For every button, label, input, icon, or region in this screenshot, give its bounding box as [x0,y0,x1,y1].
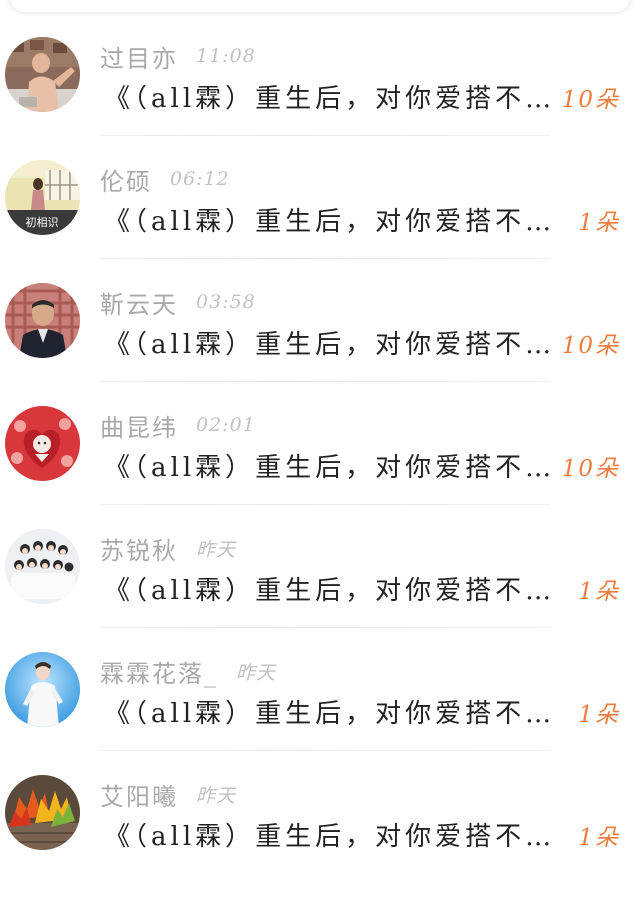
conversation-row[interactable]: 霖霖花落_ 昨天 《（all霖）重生后，对你爱搭不… 1朵 [0,652,640,775]
message-preview: 《（all霖）重生后，对你爱搭不… [104,84,556,114]
name-line: 过目亦 11:08 [100,39,256,73]
contact-name: 曲昆纬 [100,413,178,442]
avatar-image: 初相识 [5,160,80,235]
svg-text:初相识: 初相识 [26,215,59,229]
contact-name: 靳云天 [100,290,178,319]
name-line: 曲昆纬 02:01 [100,408,256,442]
contact-name: 过目亦 [100,44,178,73]
message-preview: 《（all霖）重生后，对你爱搭不… [104,207,556,237]
avatar-image [5,283,80,358]
contact-name: 苏锐秋 [100,536,178,565]
message-time: 02:01 [196,414,256,436]
autumn-leaves-avatar[interactable] [5,775,80,850]
man-plaid-background-avatar[interactable] [5,283,80,358]
message-preview: 《（all霖）重生后，对你爱搭不… [104,453,556,483]
flower-count: 1朵 [578,579,620,605]
conversation-row[interactable]: 过目亦 11:08 《（all霖）重生后，对你爱搭不… 10朵 [0,37,640,160]
contact-name: 艾阳曦 [100,782,178,811]
message-time: 11:08 [196,45,256,67]
name-line: 苏锐秋 昨天 [100,531,236,565]
shirtless-man-photo-avatar[interactable] [5,37,80,112]
name-line: 伦硕 06:12 [100,162,230,196]
message-preview: 《（all霖）重生后，对你爱搭不… [104,822,556,852]
group-photo-avatar[interactable] [5,529,80,604]
row-divider [100,504,550,505]
contact-name: 霖霖花落_ [100,659,218,688]
contact-name: 伦硕 [100,167,152,196]
flower-count: 1朵 [578,210,620,236]
message-preview: 《（all霖）重生后，对你爱搭不… [104,330,556,360]
name-line: 艾阳曦 昨天 [100,777,236,811]
performer-blue-stage-avatar[interactable] [5,652,80,727]
top-card-edge [10,0,630,12]
row-divider [100,750,550,751]
row-divider [100,135,550,136]
name-line: 靳云天 03:58 [100,285,256,319]
flower-count: 1朵 [578,825,620,851]
avatar-image [5,37,80,112]
conversation-row[interactable]: 苏锐秋 昨天 《（all霖）重生后，对你爱搭不… 1朵 [0,529,640,652]
flower-count: 10朵 [561,87,620,113]
avatar-image [5,529,80,604]
message-time: 昨天 [196,784,237,807]
message-time: 06:12 [170,168,230,190]
message-time: 03:58 [196,291,256,313]
row-divider [100,258,550,259]
name-line: 霖霖花落_ 昨天 [100,654,276,688]
message-preview: 《（all霖）重生后，对你爱搭不… [104,699,556,729]
row-divider [100,627,550,628]
conversation-row[interactable]: 靳云天 03:58 《（all霖）重生后，对你爱搭不… 10朵 [0,283,640,406]
message-time: 昨天 [196,538,237,561]
avatar-image [5,406,80,481]
flower-count: 10朵 [561,456,620,482]
avatar-image [5,775,80,850]
row-divider [100,381,550,382]
conversation-row[interactable]: 艾阳曦 昨天 《（all霖）重生后，对你爱搭不… 1朵 [0,775,640,898]
flower-count: 1朵 [578,702,620,728]
conversation-row[interactable]: 曲昆纬 02:01 《（all霖）重生后，对你爱搭不… 10朵 [0,406,640,529]
girl-yellow-background-avatar[interactable]: 初相识 [5,160,80,235]
message-time: 昨天 [236,661,277,684]
avatar-image [5,652,80,727]
red-floral-heart-avatar[interactable] [5,406,80,481]
flower-count: 10朵 [561,333,620,359]
message-preview: 《（all霖）重生后，对你爱搭不… [104,576,556,606]
conversation-row[interactable]: 初相识 伦硕 06:12 《（all霖）重生后，对你爱搭不… 1朵 [0,160,640,283]
